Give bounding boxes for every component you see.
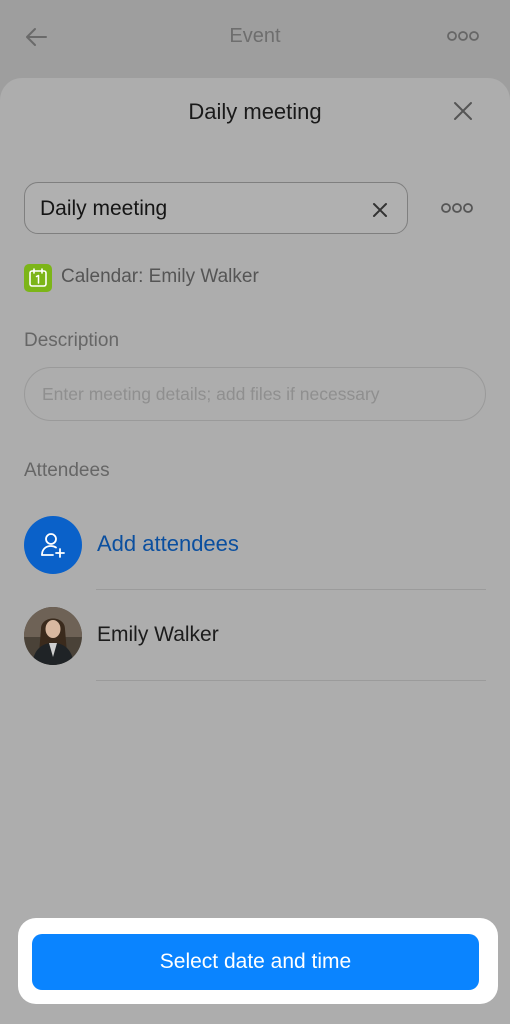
description-placeholder: Enter meeting details; add files if nece…: [42, 384, 380, 404]
description-input[interactable]: Enter meeting details; add files if nece…: [24, 367, 486, 421]
add-attendees-button[interactable]: Add attendees: [24, 516, 486, 574]
footer-action-area: Select date and time: [18, 918, 498, 1004]
more-horizontal-icon[interactable]: [440, 200, 474, 216]
event-title-input[interactable]: Daily meeting: [24, 182, 408, 234]
description-label: Description: [24, 330, 120, 351]
attendee-name: Emily Walker: [97, 623, 219, 646]
divider: [96, 589, 486, 590]
clear-icon[interactable]: [369, 199, 391, 221]
add-user-icon: [24, 516, 82, 574]
attendees-label: Attendees: [24, 460, 110, 481]
select-date-time-button[interactable]: Select date and time: [32, 934, 479, 990]
add-attendees-label: Add attendees: [97, 531, 239, 556]
event-sheet: Daily meeting Daily meeting Calendar: Em…: [0, 78, 510, 1024]
more-horizontal-icon[interactable]: [446, 28, 480, 44]
close-icon[interactable]: [448, 96, 478, 126]
top-navigation-bar: Event: [0, 0, 510, 76]
page-title: Event: [229, 25, 281, 47]
calendar-icon: [24, 264, 52, 292]
attendee-row[interactable]: Emily Walker: [24, 607, 486, 665]
sheet-title: Daily meeting: [188, 99, 322, 124]
event-title-value: Daily meeting: [40, 197, 168, 220]
calendar-label: Calendar: Emily Walker: [61, 266, 259, 287]
divider: [96, 680, 486, 681]
avatar: [24, 607, 82, 665]
